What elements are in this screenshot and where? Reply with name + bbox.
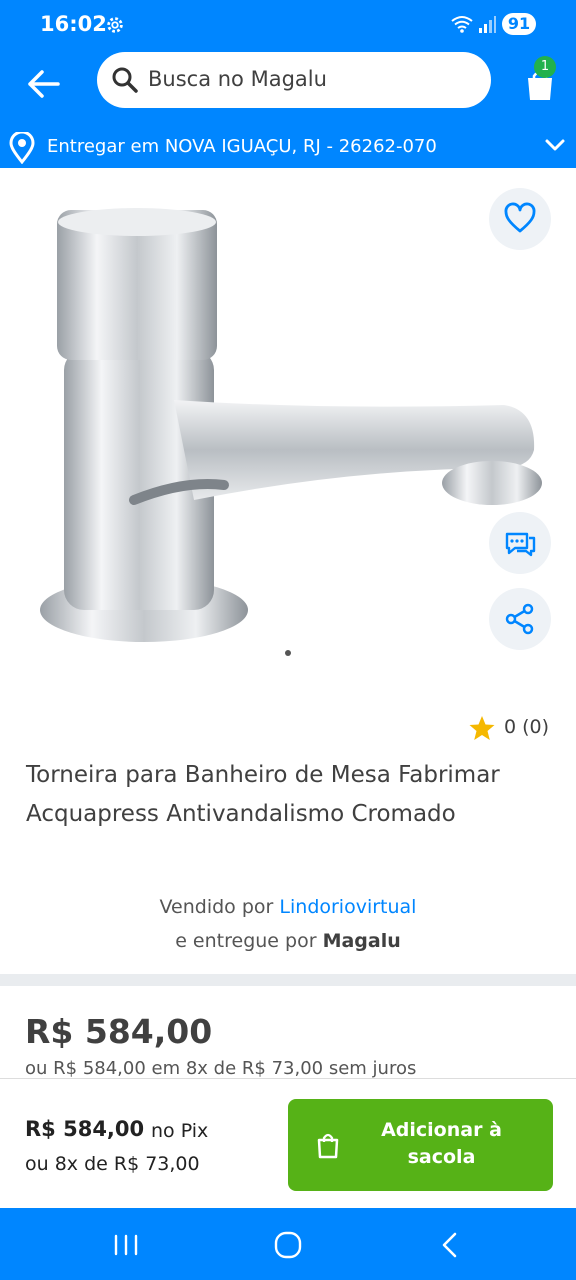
share-button[interactable]: [489, 588, 551, 650]
app-header: 16:02 91 Busca no Magalu 1 Entregar em N…: [0, 0, 576, 168]
back-arrow-icon[interactable]: [24, 66, 64, 102]
product-title: Torneira para Banheiro de Mesa Fabrimar …: [26, 762, 500, 827]
chat-button[interactable]: [489, 512, 551, 574]
signal-icon: [479, 16, 496, 33]
heart-icon: [504, 202, 536, 233]
system-nav-bar: [0, 1208, 576, 1280]
search-input[interactable]: Busca no Magalu: [148, 67, 327, 91]
price-installments: ou R$ 584,00 em 8x de R$ 73,00 sem juros: [25, 1058, 417, 1078]
add-to-bag-label-line1: Adicionar à: [381, 1119, 502, 1141]
delivery-location[interactable]: Entregar em NOVA IGUAÇU, RJ - 26262-070: [0, 124, 576, 168]
add-to-bag-label-line2: sacola: [407, 1146, 476, 1168]
seller-prefix: Vendido por: [159, 896, 274, 918]
gear-icon: [107, 17, 123, 33]
product-price: R$ 584,00: [25, 1012, 213, 1051]
cart-count-badge: 1: [534, 56, 556, 78]
star-icon: [469, 716, 495, 740]
pix-label: no Pix: [151, 1120, 209, 1142]
purchase-bar: R$ 584,00 no Pix ou 8x de R$ 73,00 Adici…: [0, 1078, 576, 1208]
wifi-icon: [451, 16, 473, 33]
search-icon: [112, 67, 138, 93]
delivery-prefix: e entregue por: [175, 930, 317, 952]
add-to-bag-button[interactable]: Adicionar à sacola: [288, 1099, 553, 1191]
favorite-button[interactable]: [489, 188, 551, 250]
rating-value: 0 (0): [504, 716, 550, 738]
delivery-name: Magalu: [322, 930, 401, 952]
add-to-bag-label: Adicionar à sacola: [354, 1117, 529, 1171]
status-time: 16:02: [40, 12, 107, 36]
section-divider: [0, 974, 576, 986]
location-text: Entregar em NOVA IGUAÇU, RJ - 26262-070: [47, 136, 437, 157]
share-icon: [505, 603, 534, 635]
pix-price: R$ 584,00: [25, 1117, 145, 1141]
status-bar: 16:02 91: [0, 0, 576, 50]
search-bar[interactable]: Busca no Magalu: [97, 52, 491, 108]
back-icon[interactable]: [430, 1228, 470, 1262]
home-icon[interactable]: [268, 1228, 308, 1262]
carousel-indicator[interactable]: [285, 650, 291, 656]
installments-summary: ou 8x de R$ 73,00: [25, 1153, 200, 1175]
seller-link[interactable]: Lindoriovirtual: [279, 896, 416, 918]
shopping-bag-icon: [317, 1133, 339, 1159]
battery-indicator: 91: [502, 13, 536, 35]
chat-icon: [505, 532, 536, 557]
product-image[interactable]: [24, 200, 554, 650]
location-pin-icon: [9, 132, 35, 164]
seller-info: Vendido por Lindoriovirtual e entregue p…: [0, 890, 576, 958]
recent-apps-icon[interactable]: [106, 1228, 146, 1262]
chevron-down-icon: [545, 139, 565, 151]
